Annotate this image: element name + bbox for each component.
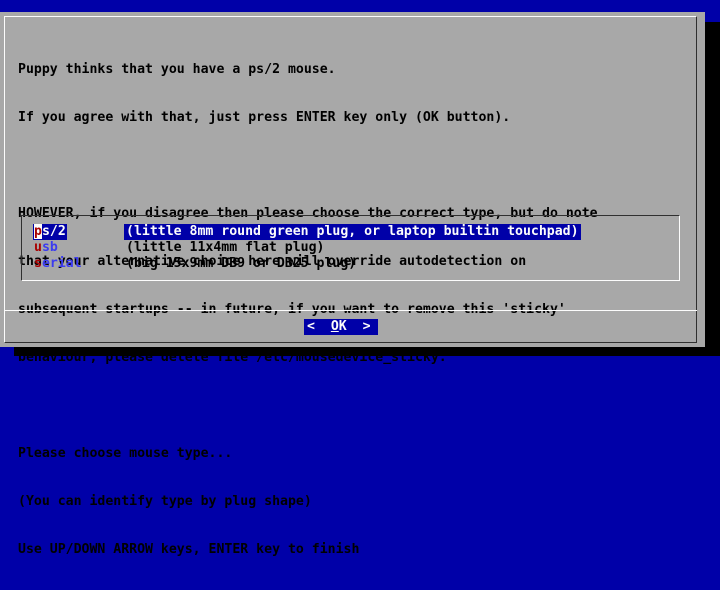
message-line: Please choose mouse type... (18, 446, 233, 461)
hotkey-letter: p (34, 224, 42, 239)
menu-item-tag[interactable]: ps/2 (33, 224, 67, 240)
message-line: behaviour, please delete file /etc/mouse… (18, 350, 447, 365)
message-line: Puppy thinks that you have a ps/2 mouse. (18, 62, 336, 77)
menu-item-tag[interactable]: serial (33, 256, 83, 272)
ok-left-bracket: < (307, 319, 331, 334)
button-divider (4, 310, 697, 311)
hotkey-letter: u (34, 240, 42, 255)
menu-item-ps2[interactable]: ps/2 (little 8mm round green plug, or la… (33, 224, 581, 240)
menu-item-usb[interactable]: usb (little 11x4mm flat plug) (33, 240, 325, 256)
tag-rest: sb (41, 240, 58, 255)
mouse-type-dialog: Puppy thinks that you have a ps/2 mouse.… (0, 12, 705, 557)
menu-item-description[interactable]: (little 11x4mm flat plug) (124, 240, 327, 256)
tag-rest: erial (41, 256, 82, 271)
hotkey-letter: s (34, 256, 42, 271)
message-line (18, 158, 598, 174)
menu-item-description[interactable]: (little 8mm round green plug, or laptop … (124, 224, 581, 240)
menu-item-serial[interactable]: serial (big 15x9mm DB9 or DB25 plug) (33, 256, 356, 272)
message-line: Use UP/DOWN ARROW keys, ENTER key to fin… (18, 542, 360, 557)
message-line: If you agree with that, just press ENTER… (18, 110, 511, 125)
tag-rest: s/2 (41, 224, 66, 239)
ok-label-rest: K > (338, 319, 371, 334)
menu-item-description[interactable]: (big 15x9mm DB9 or DB25 plug) (124, 256, 358, 272)
ok-button[interactable]: < OK > (304, 319, 378, 335)
menu-item-tag[interactable]: usb (33, 240, 59, 256)
ok-hotkey: O (330, 319, 339, 334)
message-line: (You can identify type by plug shape) (18, 494, 312, 509)
message-line (18, 398, 598, 414)
